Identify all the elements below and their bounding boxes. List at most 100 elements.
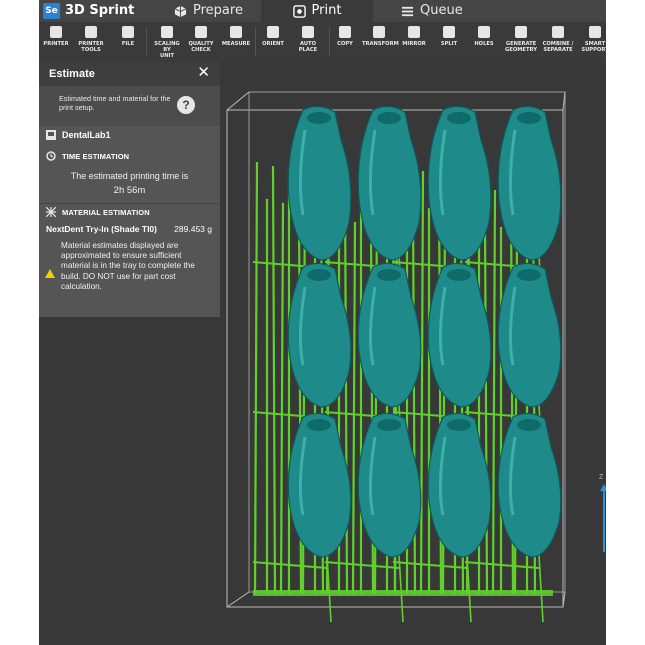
dental-model-body: [357, 262, 422, 408]
z-axis-indicator: [603, 490, 605, 552]
smart-support-button[interactable]: SMART SUPPORT: [578, 26, 606, 53]
copy-button[interactable]: COPY: [328, 26, 362, 47]
dental-model-opening: [447, 269, 471, 281]
tool-label: MEASURE: [221, 41, 251, 47]
dental-model-body: [497, 412, 562, 558]
dental-model-opening: [377, 112, 401, 124]
info-box: Estimated time and material for the prin…: [39, 86, 220, 126]
app-name: 3D Sprint: [65, 3, 135, 18]
orient-button[interactable]: ORIENT: [256, 26, 290, 47]
measure-button[interactable]: MEASURE: [219, 26, 253, 47]
tab-print[interactable]: Print: [261, 0, 373, 22]
dental-model[interactable]: [357, 105, 422, 261]
dental-model[interactable]: [427, 262, 492, 408]
tool-label: COMBINE / SEPARATE: [542, 41, 574, 53]
dental-model[interactable]: [287, 262, 352, 408]
quality-check-button[interactable]: QUALITY CHECK: [184, 26, 218, 53]
dental-model-body: [287, 412, 352, 558]
tab-label: Queue: [420, 3, 463, 18]
tool-label: HOLES: [474, 41, 494, 47]
printer-icon: [46, 130, 56, 140]
dental-model-opening: [517, 269, 541, 281]
dental-model-body: [357, 412, 422, 558]
support-strut: [253, 161, 259, 595]
support-strut: [419, 170, 425, 595]
dental-model-opening: [447, 112, 471, 124]
dental-model-body: [497, 105, 562, 261]
time-estimation-value: 2h 56m: [113, 185, 146, 196]
support-strut: [483, 222, 489, 595]
dental-model[interactable]: [357, 412, 422, 558]
tab-prepare[interactable]: Prepare: [174, 0, 254, 22]
dental-model[interactable]: [357, 262, 422, 408]
panel-header: Estimate ✕: [39, 62, 220, 86]
time-estimation-header: TIME ESTIMATION: [46, 151, 129, 161]
dental-model-opening: [307, 112, 331, 124]
warning-icon: [45, 269, 55, 278]
support-strut: [279, 202, 285, 595]
scaling-button[interactable]: SCALING BY UNIT: [150, 26, 184, 59]
holes-button[interactable]: HOLES: [467, 26, 501, 47]
printer-row: DentalLab1: [46, 130, 111, 140]
orient-icon: [267, 26, 279, 38]
dental-model[interactable]: [287, 105, 352, 261]
printer-tools-icon: [85, 26, 97, 38]
printer-button[interactable]: PRINTER: [39, 26, 73, 47]
material-estimation-label: MATERIAL ESTIMATION: [62, 207, 150, 217]
combine-separate-button[interactable]: COMBINE / SEPARATE: [541, 26, 575, 53]
title-bar: Se 3D Sprint Prepare Print Queue: [39, 0, 606, 22]
material-estimation-header: MATERIAL ESTIMATION: [46, 207, 150, 217]
tab-label: Print: [311, 3, 342, 18]
tool-label: AUTO PLACE: [298, 41, 318, 53]
split-button[interactable]: SPLIT: [432, 26, 466, 47]
close-icon[interactable]: ✕: [197, 65, 210, 81]
scale-icon: [161, 26, 173, 38]
tool-label: QUALITY CHECK: [188, 41, 214, 53]
app-logo-icon: Se: [43, 3, 60, 19]
dental-model[interactable]: [497, 105, 562, 261]
estimate-panel: Estimate ✕ Estimated time and material f…: [39, 62, 220, 317]
generate-geometry-button[interactable]: GENERATE GEOMETRY: [504, 26, 538, 53]
dental-model-opening: [307, 419, 331, 431]
help-icon[interactable]: ?: [177, 96, 195, 114]
axis-label: Z: [599, 474, 604, 481]
dental-model-body: [357, 105, 422, 261]
transform-icon: [373, 26, 385, 38]
printer-icon: [50, 26, 62, 38]
support-strut: [351, 221, 357, 595]
clock-icon: [46, 151, 56, 161]
auto-place-button[interactable]: AUTO PLACE: [291, 26, 325, 53]
material-warning-text: Material estimates displayed are approxi…: [61, 241, 195, 291]
build-volume-edge: [226, 591, 250, 608]
transform-button[interactable]: TRANSFORM: [362, 26, 399, 47]
tool-label: MIRROR: [402, 41, 426, 47]
support-strut: [271, 165, 277, 595]
cube-icon: [174, 5, 187, 17]
support-base: [253, 590, 553, 596]
mirror-button[interactable]: MIRROR: [397, 26, 431, 47]
time-estimation-label: TIME ESTIMATION: [62, 151, 130, 161]
tab-queue[interactable]: Queue: [401, 0, 481, 22]
tool-label: COPY: [337, 41, 353, 47]
dental-model[interactable]: [497, 262, 562, 408]
dental-model[interactable]: [427, 412, 492, 558]
dental-model-body: [427, 262, 492, 408]
tab-label: Prepare: [193, 3, 243, 18]
split-icon: [443, 26, 455, 38]
measure-icon: [230, 26, 242, 38]
dental-model[interactable]: [287, 412, 352, 558]
copy-icon: [339, 26, 351, 38]
panel-title: Estimate: [49, 68, 95, 80]
printer-name: DentalLab1: [62, 130, 111, 140]
dental-model-opening: [307, 269, 331, 281]
material-amount: 289.453 g: [174, 224, 212, 234]
axis-arrow-icon: [600, 484, 606, 491]
dental-model-body: [287, 262, 352, 408]
dental-model-opening: [517, 112, 541, 124]
tool-label: SPLIT: [440, 41, 458, 47]
printer-tools-button[interactable]: PRINTER TOOLS: [74, 26, 108, 53]
dental-model[interactable]: [497, 412, 562, 558]
dental-model[interactable]: [427, 105, 492, 261]
section-divider: [39, 203, 220, 204]
file-button[interactable]: FILE: [111, 26, 145, 47]
